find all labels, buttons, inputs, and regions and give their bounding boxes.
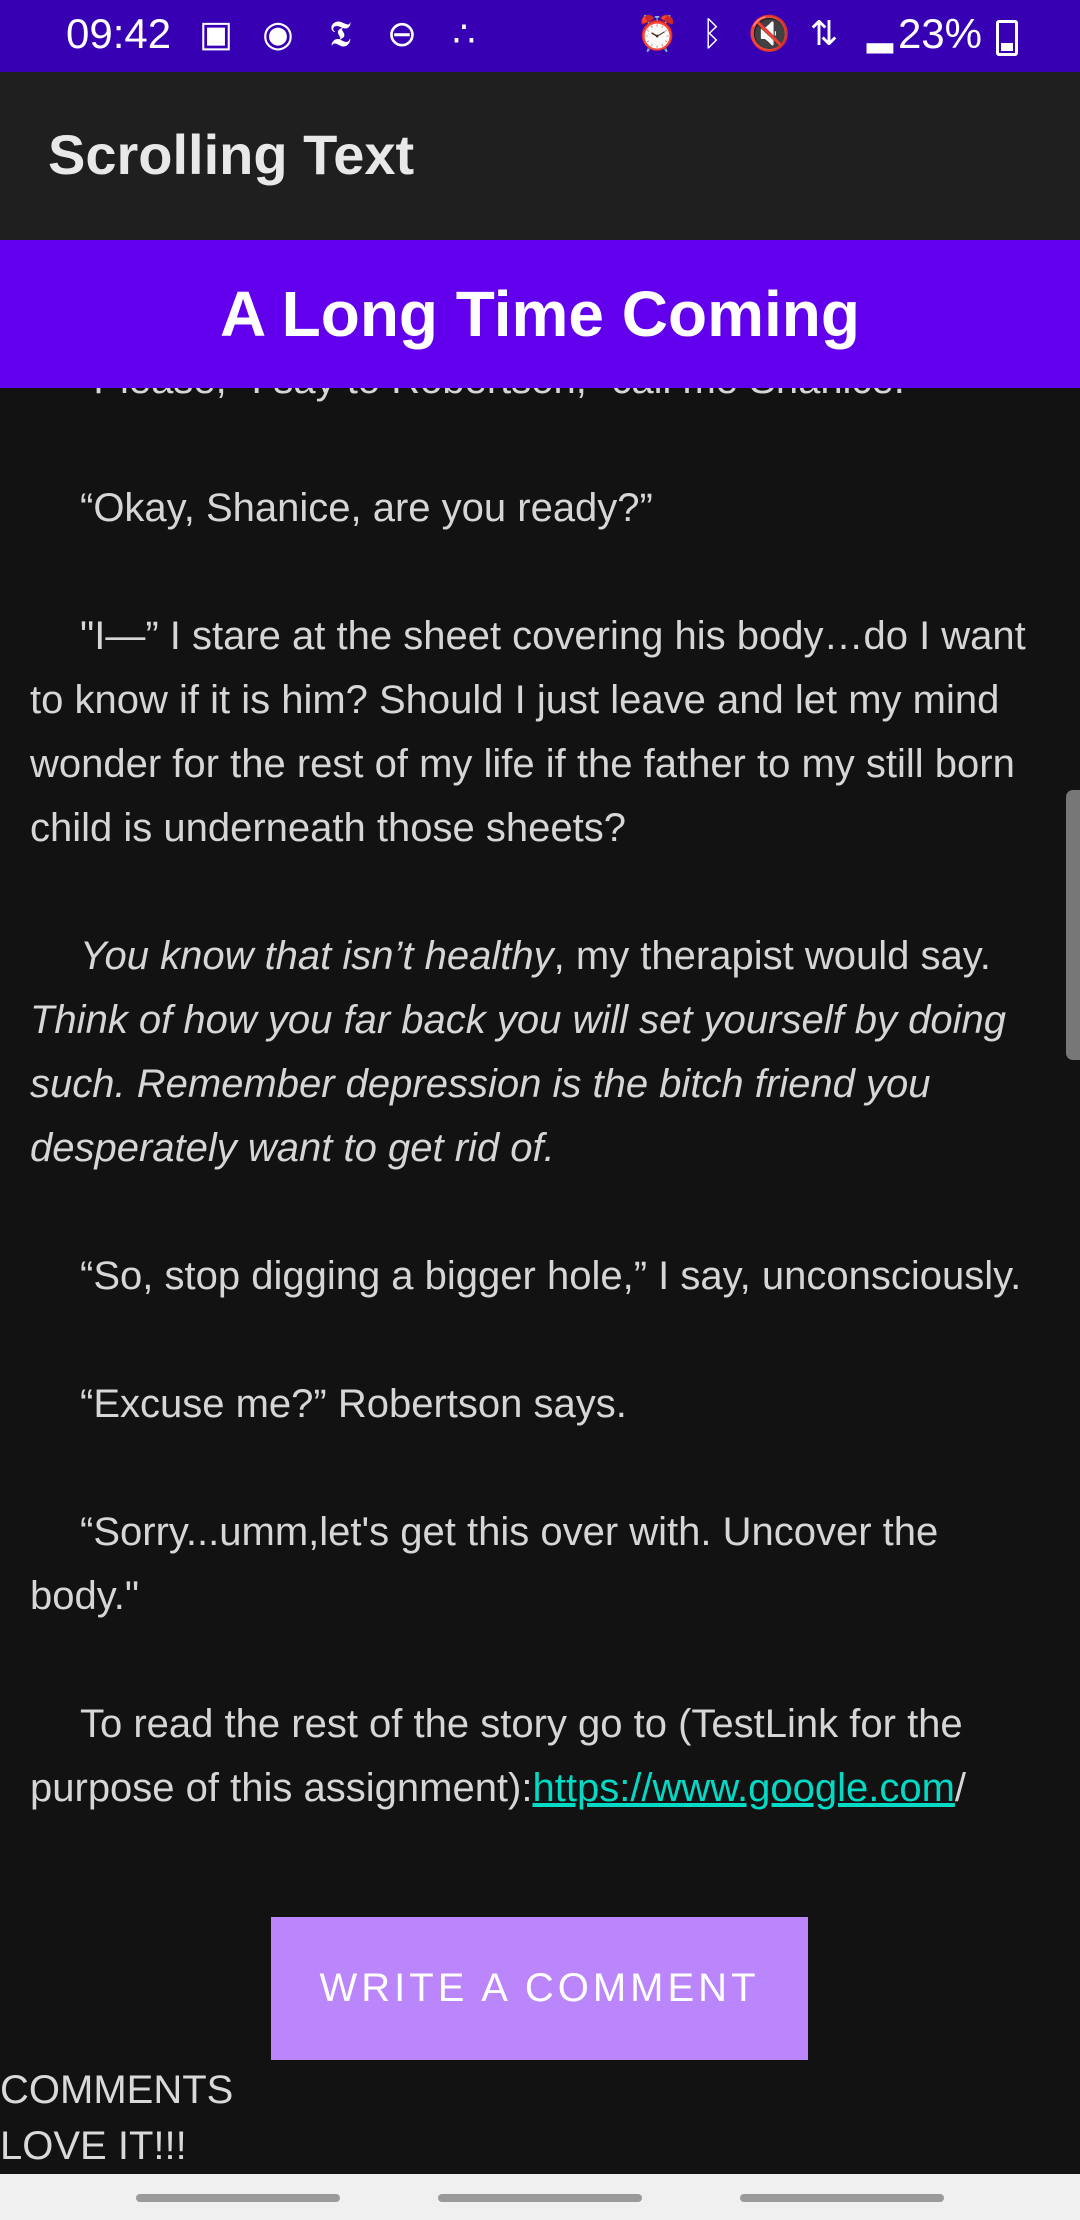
story-paragraph: “Excuse me?” Robertson says. (80, 1382, 627, 1426)
notification-icons: ▣ ◉ 𝕿 ⊖ ∴ (196, 14, 484, 54)
alarm-icon: ⏰ (636, 15, 679, 53)
home-nav-button[interactable] (438, 2194, 642, 2202)
mute-icon: 🔇 (748, 15, 791, 53)
story-text-span: / (954, 1766, 967, 1810)
app-title: Scrolling Text (48, 123, 415, 186)
network-4g-icon: ⇅ (809, 15, 839, 53)
story-scroll-view[interactable]: “Please,” I say to Robertson, “call me S… (0, 388, 1080, 1878)
story-text: “Please,” I say to Robertson, “call me S… (30, 388, 1040, 1878)
write-comment-button[interactable]: WRITE A COMMENT (271, 1917, 808, 2060)
story-link[interactable]: https://www.google.com (532, 1766, 954, 1810)
story-text-span: , my therapist would say. (553, 934, 991, 978)
comments-heading: COMMENTS (0, 2068, 234, 2112)
nyt-icon: 𝕿 (328, 13, 352, 54)
scrollbar[interactable] (1066, 790, 1080, 1060)
recents-nav-button[interactable] (136, 2194, 340, 2202)
story-paragraph: You know that isn’t healthy, my therapis… (30, 924, 1040, 1180)
broadcast-icon: ◉ (262, 13, 294, 54)
dots-icon: ∴ (452, 13, 476, 54)
navigation-bar (0, 2174, 1080, 2220)
story-paragraph: “Sorry...umm,let's get this over with. U… (30, 1510, 939, 1618)
system-icons: ⏰ ᛒ 🔇 ⇅ ▂ (636, 14, 900, 54)
app-bar: Scrolling Text (0, 72, 1080, 240)
battery-icon (996, 20, 1018, 56)
do-not-disturb-icon: ⊖ (386, 13, 418, 54)
story-paragraph: “Please,” I say to Robertson, “call me S… (30, 388, 1040, 412)
comment-item: LOVE IT!!! (0, 2124, 187, 2168)
story-title: A Long Time Coming (220, 278, 860, 350)
story-paragraph: To read the rest of the story go to (Tes… (30, 1692, 1040, 1820)
status-bar: 09:42 ▣ ◉ 𝕿 ⊖ ∴ ⏰ ᛒ 🔇 ⇅ ▂ 23% (0, 0, 1080, 72)
story-title-bar: A Long Time Coming (0, 240, 1080, 388)
story-paragraph: “Okay, Shanice, are you ready?” (80, 486, 653, 530)
story-paragraph: "I—” I stare at the sheet covering his b… (30, 614, 1026, 850)
bluetooth-icon: ᛒ (701, 15, 723, 53)
battery-percent: 23% (897, 10, 982, 57)
italic-text: Think of how you far back you will set y… (30, 998, 1007, 1170)
story-paragraph: “So, stop digging a bigger hole,” I say,… (80, 1254, 1022, 1298)
status-time: 09:42 (66, 10, 172, 57)
back-nav-button[interactable] (740, 2194, 944, 2202)
italic-text: You know that isn’t healthy (80, 934, 554, 978)
signal-icon: ▂ (866, 15, 894, 53)
news-icon: ▣ (198, 13, 233, 54)
